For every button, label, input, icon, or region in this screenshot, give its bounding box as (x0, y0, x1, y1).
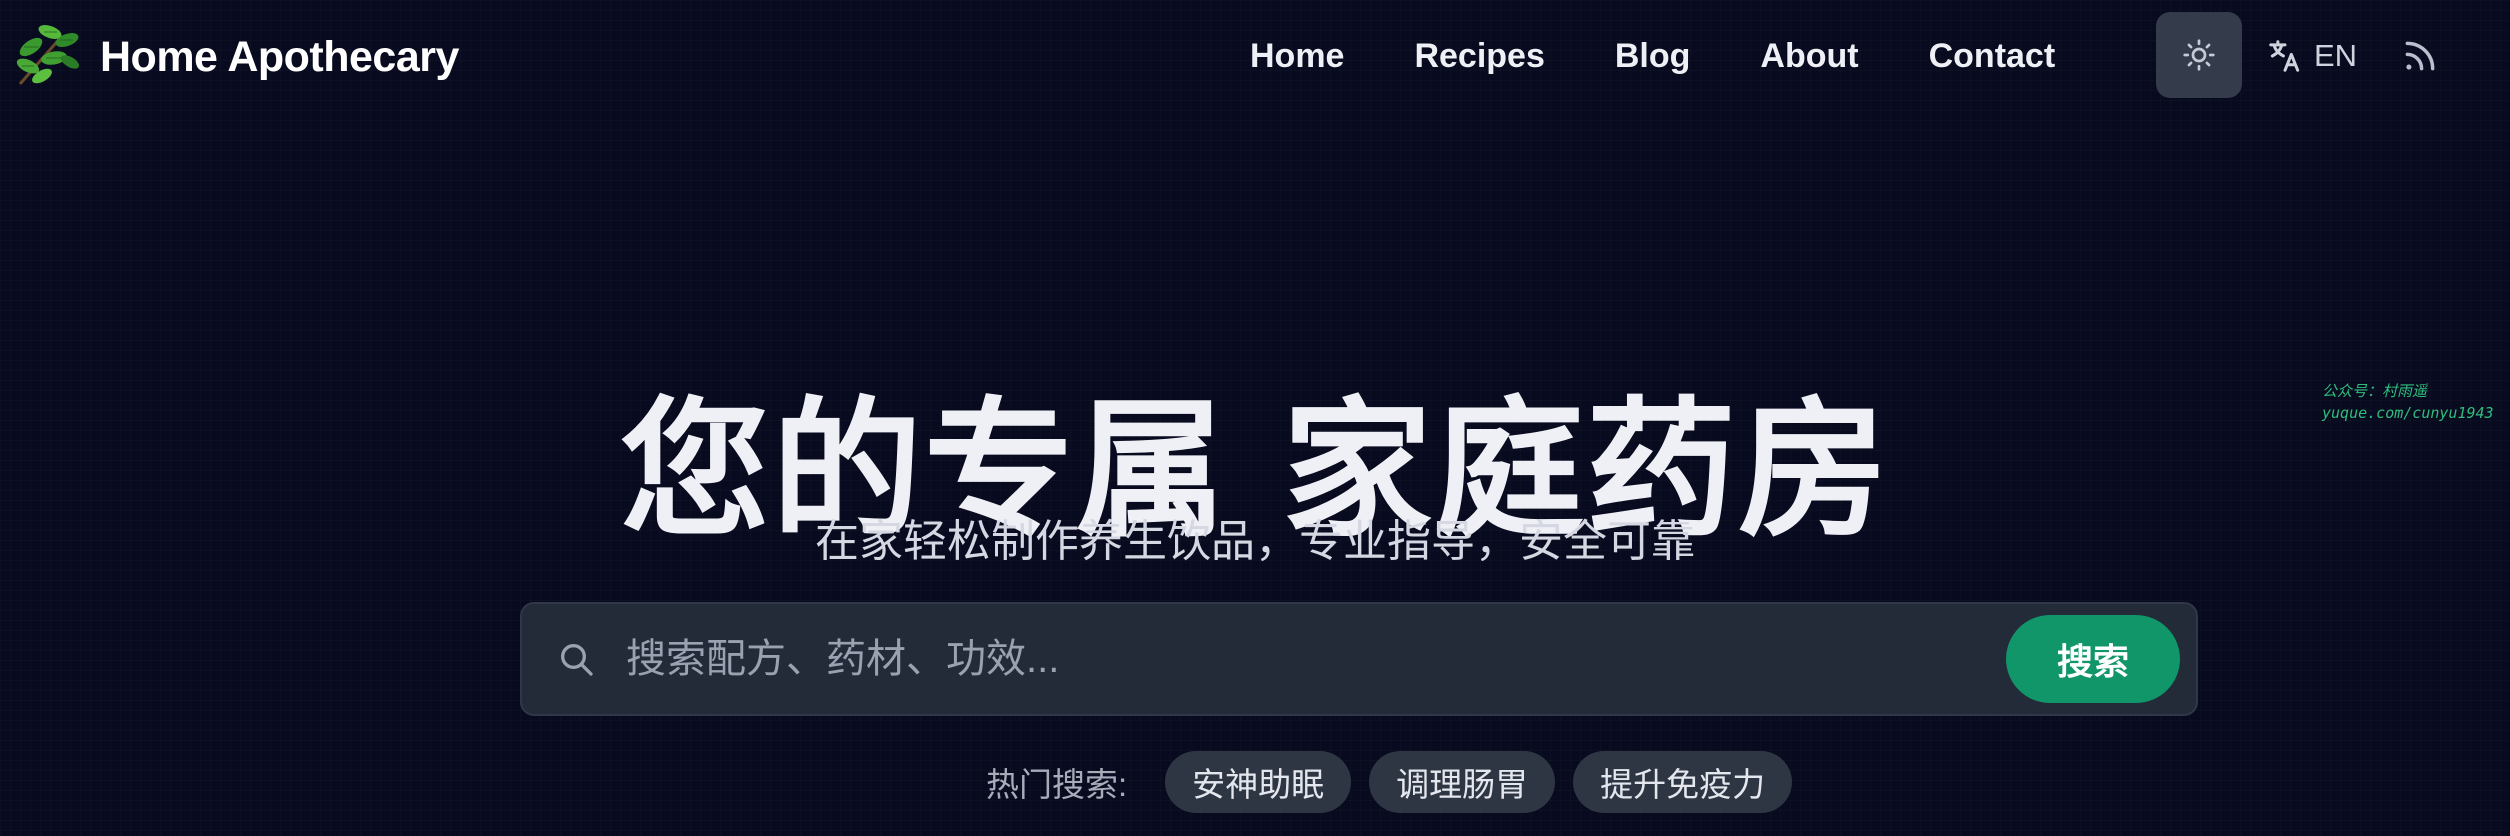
navbar: Home Apothecary Home Recipes Blog About … (0, 0, 2510, 112)
theme-toggle-button[interactable] (2156, 12, 2242, 98)
hot-tag-sleep[interactable]: 安神助眠 (1165, 751, 1352, 813)
translate-icon (2269, 40, 2300, 72)
hot-search-row: 热门搜索: 安神助眠 调理肠胃 提升免疫力 (986, 750, 1793, 814)
brand-name: Home Apothecary (100, 32, 459, 81)
language-switcher[interactable]: EN (2266, 30, 2357, 82)
nav-link-contact[interactable]: Contact (1929, 37, 2056, 76)
search-icon (561, 644, 593, 676)
watermark: 公众号：村雨遥 yuque.com/cunyu1943 (2322, 380, 2494, 424)
search-bar: 搜索 (520, 602, 2198, 716)
nav-link-recipes[interactable]: Recipes (1414, 37, 1544, 76)
rss-link[interactable] (2398, 34, 2442, 78)
hero-subtitle: 在家轻松制作养生饮品，专业指导，安全可靠 (815, 517, 1695, 566)
brand-link[interactable]: Home Apothecary (12, 22, 459, 92)
hot-tag-immunity[interactable]: 提升免疫力 (1573, 751, 1793, 813)
nav-link-blog[interactable]: Blog (1615, 37, 1691, 76)
herb-leaves-icon (16, 25, 80, 85)
hot-search-label: 热门搜索: (986, 766, 1128, 803)
search-button[interactable]: 搜索 (2006, 615, 2180, 703)
rss-icon (2405, 41, 2435, 71)
language-label: EN (2314, 38, 2358, 73)
hot-tag-stomach[interactable]: 调理肠胃 (1369, 751, 1556, 813)
watermark-line-2: yuque.com/cunyu1943 (2322, 404, 2494, 422)
nav-link-home[interactable]: Home (1250, 37, 1344, 76)
nav-link-about[interactable]: About (1760, 37, 1858, 76)
watermark-line-1: 公众号：村雨遥 (2322, 382, 2428, 400)
sun-icon (2183, 39, 2215, 71)
search-input[interactable] (624, 623, 2006, 695)
main-nav: Home Recipes Blog About Contact (1250, 30, 2055, 82)
